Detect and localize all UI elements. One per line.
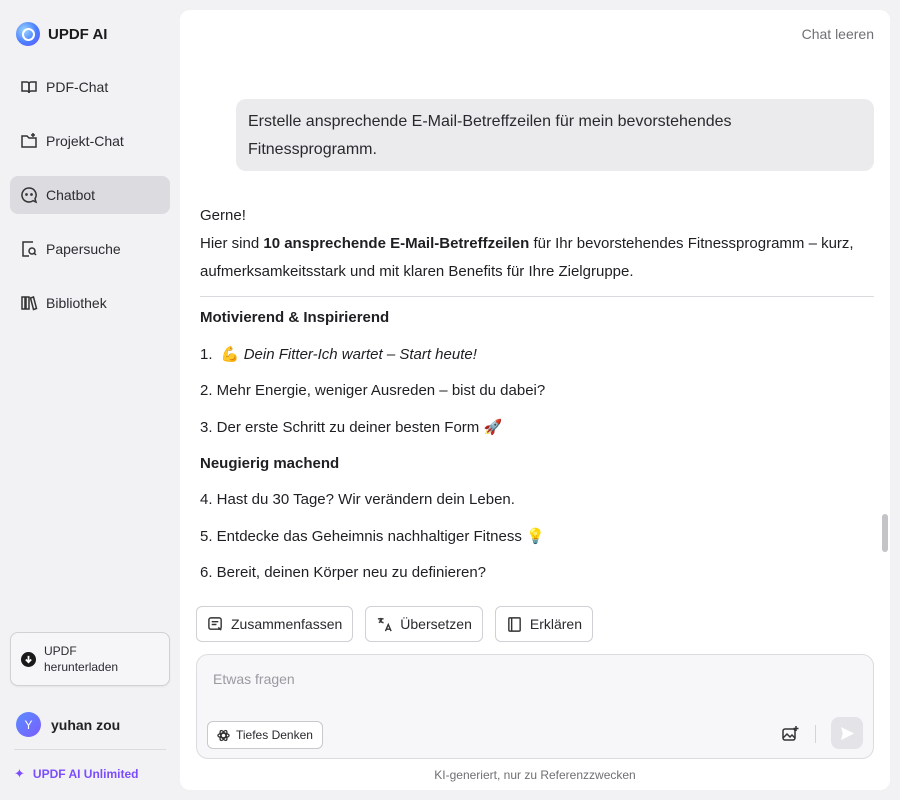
user-profile[interactable]: Y yuhan zou xyxy=(16,712,120,737)
book-open-icon xyxy=(20,78,38,96)
book-icon xyxy=(508,616,521,632)
brand[interactable]: UPDF AI xyxy=(16,22,107,46)
user-name: yuhan zou xyxy=(51,716,121,733)
atom-icon xyxy=(217,729,230,741)
chatbot-icon xyxy=(20,186,38,204)
translate-icon xyxy=(378,617,393,631)
answer-divider xyxy=(200,296,874,297)
summarize-icon xyxy=(208,616,222,631)
sidebar-item-label: Chatbot xyxy=(46,187,96,203)
brand-name: UPDF AI xyxy=(48,25,108,43)
sidebar-item-papersuche[interactable]: Papersuche xyxy=(10,230,170,268)
sidebar: UPDF AI PDF-Chat Projekt-Chat Chatbot Pa… xyxy=(0,0,180,800)
message-composer: Tiefes Denken xyxy=(196,654,874,759)
send-button[interactable] xyxy=(831,717,863,749)
ai-disclaimer: KI-generiert, nur zu Referenzzwecken xyxy=(434,768,636,782)
section-heading-motivating: Motivierend & Inspirierend xyxy=(200,309,390,326)
sidebar-nav: PDF-Chat Projekt-Chat Chatbot Papersuche… xyxy=(10,68,170,338)
item-text: 5. Entdecke das Geheimnis nachhaltiger F… xyxy=(200,528,522,545)
composer-divider xyxy=(815,725,816,743)
list-item: 2. Mehr Energie, weniger Ausreden – bist… xyxy=(200,382,546,399)
rocket-icon: 🚀 xyxy=(483,418,503,436)
section-heading-curious: Neugierig machend xyxy=(200,455,340,472)
list-item: 3. Der erste Schritt zu deiner besten Fo… xyxy=(200,416,874,439)
assistant-answer: Gerne! Hier sind 10 ansprechende E-Mail-… xyxy=(200,202,874,598)
chat-scrollbar[interactable] xyxy=(882,514,888,552)
explain-button[interactable]: Erklären xyxy=(494,606,594,642)
item-text: Dein Fitter-Ich wartet – Start heute! xyxy=(243,346,477,363)
library-icon xyxy=(20,294,38,312)
folder-plus-icon xyxy=(20,132,38,150)
light-bulb-icon: 💡 xyxy=(526,527,545,545)
chat-panel: Chat leeren Erstelle ansprechende E-Mail… xyxy=(180,10,890,790)
download-label-line2: herunterladen xyxy=(44,660,119,674)
answer-greeting: Gerne! xyxy=(200,207,246,224)
download-label-line1: UPDF xyxy=(44,644,77,658)
intro-bold: 10 ansprechende E-Mail-Betreffzeilen xyxy=(263,235,530,252)
updf-logo-icon xyxy=(16,22,40,46)
image-plus-icon xyxy=(782,726,799,741)
item-text: 3. Der erste Schritt zu deiner besten Fo… xyxy=(200,419,480,436)
user-message-bubble: Erstelle ansprechende E-Mail-Betreffzeil… xyxy=(236,99,874,171)
clear-chat-button[interactable]: Chat leeren xyxy=(802,26,874,42)
summarize-button[interactable]: Zusammenfassen xyxy=(196,606,354,642)
unlimited-label: UPDF AI Unlimited xyxy=(32,767,139,781)
sparkle-icon: ✦ xyxy=(14,766,25,781)
deep-think-toggle[interactable]: Tiefes Denken xyxy=(207,721,323,749)
download-label: UPDF herunterladen xyxy=(44,643,118,675)
sidebar-item-label: Bibliothek xyxy=(46,295,107,311)
sidebar-item-label: Papersuche xyxy=(46,241,121,257)
image-upload-button[interactable] xyxy=(779,723,801,745)
download-icon xyxy=(21,651,36,667)
sidebar-item-label: PDF-Chat xyxy=(46,79,109,95)
message-input[interactable] xyxy=(213,671,773,687)
search-doc-icon xyxy=(20,240,38,258)
sidebar-item-projekt-chat[interactable]: Projekt-Chat xyxy=(10,122,170,160)
item-number: 1. xyxy=(200,346,213,363)
sidebar-item-label: Projekt-Chat xyxy=(46,133,124,149)
list-item: 6. Bereit, deinen Körper neu zu definier… xyxy=(200,564,487,581)
avatar: Y xyxy=(16,712,41,737)
sidebar-item-chatbot[interactable]: Chatbot xyxy=(10,176,170,214)
intro-prefix: Hier sind xyxy=(200,235,264,252)
quick-actions: Zusammenfassen Übersetzen Erklären xyxy=(196,606,594,642)
sidebar-item-pdf-chat[interactable]: PDF-Chat xyxy=(10,68,170,106)
upgrade-unlimited-link[interactable]: ✦ UPDF AI Unlimited xyxy=(14,766,138,782)
answer-intro: Hier sind 10 ansprechende E-Mail-Betreff… xyxy=(200,230,874,286)
explain-label: Erklären xyxy=(529,616,583,632)
sidebar-item-bibliothek[interactable]: Bibliothek xyxy=(10,284,170,322)
sidebar-divider xyxy=(14,749,166,750)
list-item: 4. Hast du 30 Tage? Wir verändern dein L… xyxy=(200,491,515,508)
download-updf-button[interactable]: UPDF herunterladen xyxy=(10,632,170,686)
translate-button[interactable]: Übersetzen xyxy=(365,606,483,642)
deep-think-label: Tiefes Denken xyxy=(236,728,313,742)
flexed-biceps-icon: 💪 xyxy=(220,345,240,363)
list-item: 1. 💪 Dein Fitter-Ich wartet – Start heut… xyxy=(200,343,874,366)
translate-label: Übersetzen xyxy=(400,616,472,632)
list-item: 5. Entdecke das Geheimnis nachhaltiger F… xyxy=(200,525,874,548)
send-icon xyxy=(840,726,854,740)
summarize-label: Zusammenfassen xyxy=(231,616,343,632)
